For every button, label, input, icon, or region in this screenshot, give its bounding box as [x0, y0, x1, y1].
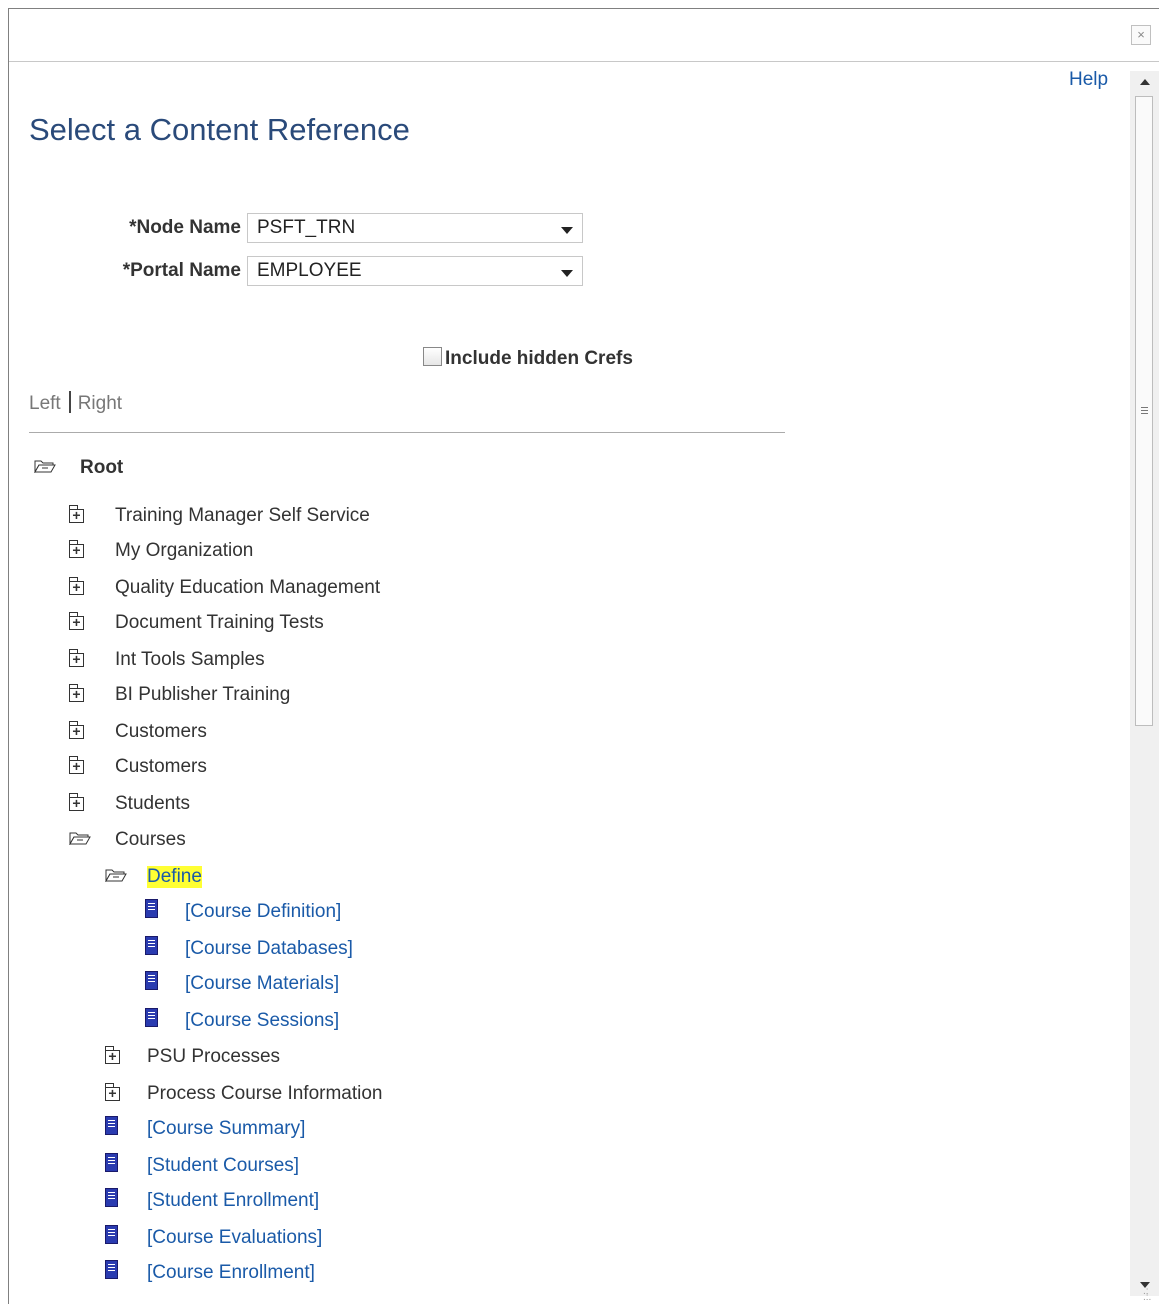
folder-closed-icon[interactable]	[105, 1083, 120, 1103]
tree-item-label[interactable]: BI Publisher Training	[115, 684, 290, 706]
chevron-down-icon[interactable]	[561, 227, 573, 234]
tree-item-label[interactable]: Quality Education Management	[115, 577, 380, 599]
include-hidden-checkbox[interactable]	[423, 347, 442, 366]
chevron-down-icon[interactable]	[561, 270, 573, 277]
tree-item-label[interactable]: PSU Processes	[147, 1046, 280, 1068]
tree-item-label[interactable]: [Course Materials]	[185, 973, 339, 995]
tree-item-label[interactable]: Customers	[115, 756, 207, 778]
portal-name-label: *Portal Name	[122, 260, 241, 281]
vertical-scrollbar[interactable]	[1130, 71, 1159, 1296]
tree-item-label[interactable]: Training Manager Self Service	[115, 505, 370, 527]
document-icon	[105, 1225, 118, 1244]
folder-open-icon	[34, 460, 56, 473]
portal-name-select[interactable]: EMPLOYEE	[247, 256, 583, 286]
document-icon	[105, 1153, 118, 1172]
tree-item-label[interactable]: [Student Enrollment]	[147, 1190, 319, 1212]
tree-item-label[interactable]: [Course Enrollment]	[147, 1262, 315, 1284]
folder-closed-icon[interactable]	[69, 793, 84, 813]
document-icon	[105, 1116, 118, 1135]
page-title: Select a Content Reference	[29, 112, 410, 147]
tree-item-label[interactable]: Document Training Tests	[115, 612, 324, 634]
folder-closed-icon[interactable]	[69, 721, 84, 741]
document-icon	[145, 1008, 158, 1027]
tree-item-label[interactable]: [Course Definition]	[185, 901, 341, 923]
tree-item-label[interactable]: Customers	[115, 721, 207, 743]
folder-closed-icon[interactable]	[69, 649, 84, 669]
folder-open-icon	[69, 832, 91, 845]
include-hidden-label[interactable]: Include hidden Crefs	[445, 348, 633, 369]
tree-item-label[interactable]: Courses	[115, 829, 186, 851]
node-name-value: PSFT_TRN	[257, 217, 356, 238]
tree-item-label[interactable]: [Course Databases]	[185, 938, 353, 960]
resize-handle-icon[interactable]: .:.:.	[1143, 1287, 1155, 1303]
view-left-link[interactable]: Left	[29, 393, 61, 414]
view-toggle: Left Right	[29, 391, 122, 415]
view-right-link[interactable]: Right	[78, 393, 122, 414]
tree-item-label[interactable]: [Student Courses]	[147, 1155, 299, 1177]
tree-item-label[interactable]: Process Course Information	[147, 1083, 383, 1105]
divider	[68, 391, 71, 413]
tree-item-label[interactable]: Int Tools Samples	[115, 649, 265, 671]
tree-item-label[interactable]: [Course Sessions]	[185, 1010, 339, 1032]
content-reference-dialog: × Help Select a Content Reference *Node …	[8, 8, 1159, 1304]
folder-closed-icon[interactable]	[69, 612, 84, 632]
close-icon[interactable]: ×	[1131, 25, 1151, 45]
divider	[29, 432, 785, 433]
document-icon	[105, 1260, 118, 1279]
document-icon	[145, 971, 158, 990]
folder-closed-icon[interactable]	[69, 505, 84, 525]
tree-item-label[interactable]: My Organization	[115, 540, 253, 562]
folder-closed-icon[interactable]	[105, 1046, 120, 1066]
folder-closed-icon[interactable]	[69, 684, 84, 704]
portal-name-value: EMPLOYEE	[257, 260, 362, 281]
tree-item-label[interactable]: Define	[147, 866, 202, 888]
dialog-titlebar: ×	[9, 9, 1159, 62]
scroll-up-icon[interactable]	[1130, 71, 1159, 93]
grip-icon	[1141, 407, 1148, 414]
node-name-label: *Node Name	[129, 217, 241, 238]
document-icon	[145, 899, 158, 918]
include-hidden-row: Include hidden Crefs	[423, 347, 633, 370]
document-icon	[145, 936, 158, 955]
scroll-thumb[interactable]	[1135, 96, 1153, 726]
folder-closed-icon[interactable]	[69, 540, 84, 560]
tree-item-label[interactable]: [Course Summary]	[147, 1118, 305, 1140]
folder-closed-icon[interactable]	[69, 577, 84, 597]
document-icon	[105, 1188, 118, 1207]
folder-closed-icon[interactable]	[69, 756, 84, 776]
node-name-select[interactable]: PSFT_TRN	[247, 213, 583, 243]
tree-root-label: Root	[80, 457, 124, 478]
folder-open-icon	[105, 869, 127, 882]
help-link[interactable]: Help	[1069, 69, 1108, 91]
tree-item-label[interactable]: [Course Evaluations]	[147, 1227, 322, 1249]
tree-item-label[interactable]: Students	[115, 793, 190, 815]
